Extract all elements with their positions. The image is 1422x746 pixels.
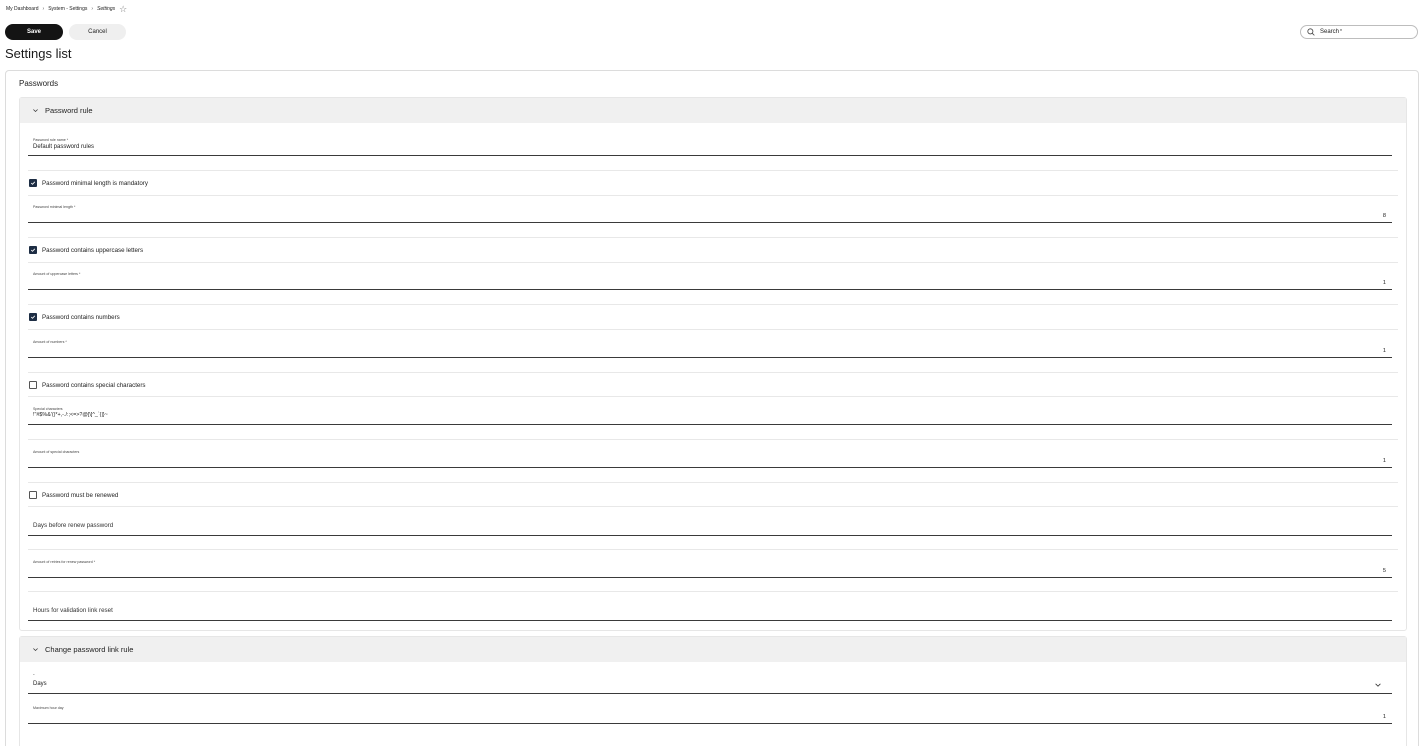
field-underline: [28, 620, 1392, 621]
chevron-down-icon[interactable]: [1374, 681, 1382, 689]
check-icon: [30, 248, 36, 252]
field-underline: [28, 357, 1392, 358]
numbers-amount-field[interactable]: Amount of numbers * 1: [28, 340, 1392, 360]
checkbox[interactable]: [29, 313, 37, 321]
field-label: Amount of uppercase letters *: [33, 272, 81, 276]
checkbox[interactable]: [29, 491, 37, 499]
panel-title: Password rule: [45, 106, 93, 115]
field-label: Password minimal length *: [33, 205, 76, 209]
checkbox-label: Password contains special characters: [42, 381, 146, 389]
field-underline: [28, 222, 1392, 223]
field-label: Maximum hour day: [33, 706, 64, 710]
breadcrumb-item-system-settings[interactable]: System - Settings: [48, 6, 87, 12]
field-label: Amount of special characters: [33, 450, 80, 454]
field-underline: [28, 424, 1392, 425]
field-value: 1: [1382, 714, 1386, 720]
checkbox[interactable]: [29, 246, 37, 254]
panel-title: Change password link rule: [45, 645, 134, 654]
passwords-card: Passwords Password rule Password rule na…: [5, 70, 1419, 746]
divider: [28, 591, 1398, 592]
checkbox-label: Password contains numbers: [42, 313, 120, 321]
uppercase-checkbox[interactable]: Password contains uppercase letters: [29, 246, 143, 254]
change-link-rule-panel: Change password link rule - Days Maximum…: [19, 636, 1407, 746]
field-value: 5: [1382, 568, 1386, 574]
toolbar: Save Cancel: [5, 24, 126, 40]
divider: [28, 549, 1398, 550]
special-characters-field[interactable]: Special characters !"#$%&'()*+,-./:;<=>?…: [28, 407, 1392, 427]
search-input[interactable]: Search *: [1300, 25, 1418, 39]
field-underline: [28, 535, 1392, 536]
checkbox-label: Password minimal length is mandatory: [42, 179, 148, 187]
field-value: 1: [1382, 280, 1386, 286]
field-value: Days: [33, 681, 47, 687]
checkbox-label: Password must be renewed: [42, 491, 119, 499]
field-label: Special characters: [33, 407, 63, 411]
divider: [28, 482, 1398, 483]
unit-select[interactable]: - Days: [28, 672, 1392, 696]
password-rule-header[interactable]: Password rule: [20, 98, 1406, 123]
min-length-field[interactable]: Password minimal length * 8: [28, 205, 1392, 225]
min-length-mandatory-checkbox[interactable]: Password minimal length is mandatory: [29, 179, 148, 187]
divider: [28, 396, 1398, 397]
checkbox[interactable]: [29, 381, 37, 389]
uppercase-amount-field[interactable]: Amount of uppercase letters * 1: [28, 272, 1392, 292]
field-value: !"#$%&'()*+,-./:;<=>?@[\]^_`{|}~: [33, 412, 108, 418]
field-value: 8: [1382, 213, 1386, 219]
change-link-rule-header[interactable]: Change password link rule: [20, 637, 1406, 662]
breadcrumb-separator: ›: [42, 6, 45, 12]
divider: [28, 170, 1398, 171]
special-amount-field[interactable]: Amount of special characters 1: [28, 450, 1392, 470]
field-underline: [28, 723, 1392, 724]
chevron-down-icon: [33, 109, 38, 113]
check-icon: [30, 181, 36, 185]
required-marker: *: [1340, 29, 1342, 35]
renew-checkbox[interactable]: Password must be renewed: [29, 491, 118, 499]
field-label: Amount of retries for renew password *: [33, 560, 96, 564]
field-value: 1: [1382, 458, 1386, 464]
field-underline: [28, 577, 1392, 578]
password-rule-panel: Password rule Password rule name * Defau…: [19, 97, 1407, 631]
search-icon: [1307, 28, 1315, 36]
breadcrumb-current: Settings: [97, 6, 116, 12]
breadcrumb: My Dashboard › System - Settings › Setti…: [6, 4, 127, 14]
field-label: Amount of numbers *: [33, 340, 67, 344]
days-before-renew-field[interactable]: Days before renew password: [28, 518, 1392, 538]
field-label: -: [33, 672, 35, 678]
divider: [28, 304, 1398, 305]
search-placeholder: Search: [1320, 29, 1340, 35]
field-placeholder: Hours for validation link reset: [33, 607, 113, 614]
checkbox-label: Password contains uppercase letters: [42, 246, 144, 254]
field-placeholder: Days before renew password: [33, 522, 114, 529]
cancel-button[interactable]: Cancel: [69, 24, 126, 40]
field-underline: [28, 155, 1392, 156]
star-icon[interactable]: ☆: [119, 4, 127, 14]
divider: [28, 372, 1398, 373]
special-characters-checkbox[interactable]: Password contains special characters: [29, 381, 146, 389]
divider: [28, 506, 1398, 507]
field-value: Default password rules: [33, 144, 95, 150]
field-underline: [28, 289, 1392, 290]
divider: [28, 439, 1398, 440]
divider: [28, 237, 1398, 238]
breadcrumb-separator: ›: [91, 6, 94, 12]
divider: [28, 329, 1398, 330]
numbers-checkbox[interactable]: Password contains numbers: [29, 313, 120, 321]
max-hour-day-field[interactable]: Maximum hour day 1: [28, 706, 1392, 726]
hours-validation-field[interactable]: Hours for validation link reset: [28, 603, 1392, 623]
divider: [28, 195, 1398, 196]
checkbox[interactable]: [29, 179, 37, 187]
field-underline: [28, 467, 1392, 468]
field-label: Password rule name *: [33, 138, 69, 142]
check-icon: [30, 315, 36, 319]
chevron-down-icon: [33, 648, 38, 652]
save-button[interactable]: Save: [5, 24, 63, 40]
divider: [28, 262, 1398, 263]
card-title: Passwords: [19, 79, 59, 88]
rule-name-field[interactable]: Password rule name * Default password ru…: [28, 138, 1392, 158]
page-title: Settings list: [5, 46, 72, 61]
field-underline: [28, 693, 1392, 694]
breadcrumb-item-dashboard[interactable]: My Dashboard: [6, 6, 39, 12]
retries-renew-field[interactable]: Amount of retries for renew password * 5: [28, 560, 1392, 580]
field-value: 1: [1382, 348, 1386, 354]
